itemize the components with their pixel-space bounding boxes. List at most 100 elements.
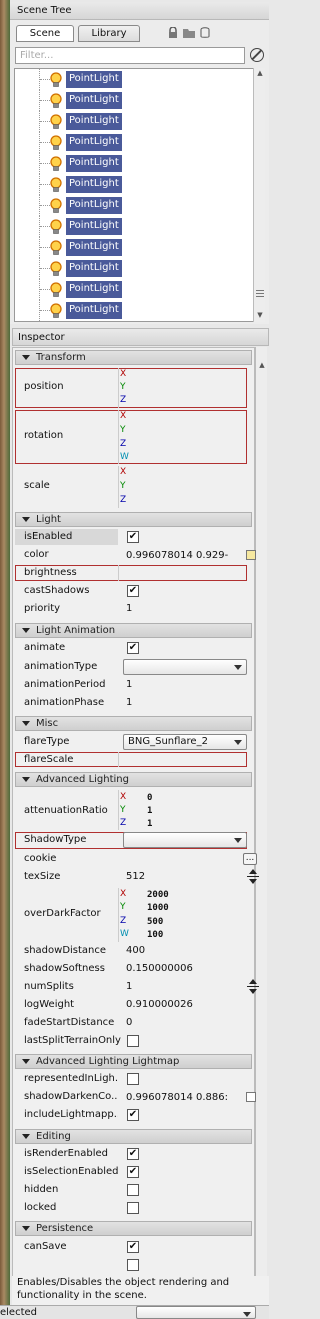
tree-connector: [40, 163, 50, 164]
filter-input[interactable]: Filter...: [15, 47, 245, 64]
isRenderEnabled-row: isRenderEnabled ✔: [15, 1146, 252, 1162]
database-icon[interactable]: [200, 27, 210, 39]
animationType-row: animationType: [15, 658, 252, 676]
scroll-grip: [256, 296, 264, 297]
tree-item[interactable]: PointLight: [15, 216, 253, 237]
locked-row: locked: [15, 1200, 252, 1216]
position-row: position X Y Z: [15, 368, 252, 408]
tree-item-label: PointLight: [66, 92, 122, 109]
priority-value[interactable]: 1: [126, 603, 132, 614]
shadowSoftness-value[interactable]: 0.150000006: [126, 963, 193, 974]
lastSplitTerrainOnly-checkbox[interactable]: [127, 1035, 139, 1047]
animationPhase-row: animationPhase 1: [15, 695, 252, 711]
locked-checkbox[interactable]: [127, 1202, 139, 1214]
attenuation-y-value[interactable]: 1: [147, 806, 152, 816]
column-separator: [118, 368, 119, 408]
isRenderEnabled-label: isRenderEnabled: [24, 1148, 108, 1159]
tree-item-label: PointLight: [66, 113, 122, 130]
axis-z-label: Z: [120, 495, 127, 505]
scene-tree-list[interactable]: PointLight PointLight PointLight PointLight…: [14, 68, 254, 322]
overDark-y-value[interactable]: 1000: [147, 903, 169, 913]
overDark-w-value[interactable]: 100: [147, 930, 163, 940]
logWeight-value[interactable]: 0.910000026: [126, 999, 193, 1010]
color-swatch[interactable]: [246, 550, 256, 560]
numSplits-value[interactable]: 1: [126, 981, 132, 992]
partial-checkbox[interactable]: [127, 1259, 139, 1271]
section-transform[interactable]: Transform: [15, 350, 252, 365]
castShadows-label: castShadows: [24, 585, 90, 596]
animationPhase-value[interactable]: 1: [126, 697, 132, 708]
attenuation-x-value[interactable]: 0: [147, 793, 152, 803]
section-advanced-lighting[interactable]: Advanced Lighting: [15, 772, 252, 787]
tree-item[interactable]: PointLight: [15, 111, 253, 132]
tree-item[interactable]: PointLight: [15, 258, 253, 279]
tree-item[interactable]: PointLight: [15, 174, 253, 195]
lightbulb-icon: [50, 135, 62, 150]
attenuation-z-value[interactable]: 1: [147, 819, 152, 829]
animate-checkbox[interactable]: ✔: [127, 642, 139, 654]
rotation-label: rotation: [24, 430, 64, 441]
scroll-down-icon[interactable]: ▼: [255, 311, 265, 319]
shadowDarkenColor-value[interactable]: 0.996078014 0.886:: [126, 1092, 236, 1103]
section-lightmap[interactable]: Advanced Lighting Lightmap: [15, 1054, 252, 1069]
color-value[interactable]: 0.996078014 0.929-: [126, 550, 236, 561]
numSplits-label: numSplits: [24, 981, 74, 992]
section-editing[interactable]: Editing: [15, 1129, 252, 1144]
isSelectionEnabled-row: isSelectionEnabled ✔: [15, 1164, 252, 1180]
shadowDarkenColor-row: shadowDarkenCo... 0.996078014 0.886:: [15, 1089, 256, 1105]
tab-library[interactable]: Library: [78, 25, 140, 42]
texSize-label: texSize: [24, 871, 61, 882]
axis-z-label: Z: [120, 916, 127, 926]
tree-item[interactable]: PointLight: [15, 195, 253, 216]
fadeStartDistance-value[interactable]: 0: [126, 1017, 132, 1028]
animationType-dropdown[interactable]: [123, 659, 247, 675]
tree-item[interactable]: PointLight: [15, 90, 253, 111]
clear-filter-icon[interactable]: [250, 48, 264, 62]
isSelectionEnabled-checkbox[interactable]: ✔: [127, 1166, 139, 1178]
scroll-up-icon[interactable]: ▲: [257, 361, 267, 369]
tree-scrollbar[interactable]: ▲ ▼: [253, 68, 265, 322]
section-light[interactable]: Light: [15, 512, 252, 527]
tree-item[interactable]: PointLight: [15, 237, 253, 258]
flareType-dropdown[interactable]: BNG_Sunflare_2: [123, 734, 247, 750]
tree-item[interactable]: PointLight: [15, 300, 253, 321]
animationPeriod-value[interactable]: 1: [126, 679, 132, 690]
status-dropdown[interactable]: [136, 1306, 256, 1319]
cookie-browse-button[interactable]: ...: [243, 853, 257, 865]
shadowDarkenColor-swatch[interactable]: [246, 1092, 256, 1102]
tree-item[interactable]: PointLight: [15, 153, 253, 174]
lightbulb-icon: [50, 198, 62, 213]
texSize-value[interactable]: 512: [126, 871, 145, 882]
section-misc[interactable]: Misc: [15, 716, 252, 731]
representedInLightmap-checkbox[interactable]: [127, 1073, 139, 1085]
texSize-spinner-icon[interactable]: [247, 869, 259, 885]
cookie-label: cookie: [24, 853, 57, 864]
lock-icon[interactable]: [168, 27, 178, 39]
lightbulb-icon: [50, 156, 62, 171]
tree-item[interactable]: PointLight: [15, 132, 253, 153]
ShadowType-dropdown[interactable]: [123, 832, 247, 848]
shadowDistance-value[interactable]: 400: [126, 945, 145, 956]
lightbulb-icon: [50, 219, 62, 234]
section-persistence[interactable]: Persistence: [15, 1221, 252, 1236]
tree-connector: [40, 100, 50, 101]
overDark-z-value[interactable]: 500: [147, 917, 163, 927]
isEnabled-checkbox[interactable]: ✔: [127, 531, 139, 543]
scroll-up-icon[interactable]: ▲: [255, 69, 265, 77]
canSave-checkbox[interactable]: ✔: [127, 1241, 139, 1253]
isRenderEnabled-checkbox[interactable]: ✔: [127, 1148, 139, 1160]
overDark-x-value[interactable]: 2000: [147, 890, 169, 900]
tab-scene[interactable]: Scene: [16, 25, 74, 42]
section-light-animation[interactable]: Light Animation: [15, 623, 252, 638]
lightbulb-icon: [50, 261, 62, 276]
axis-z-label: Z: [120, 395, 127, 405]
numSplits-spinner-icon[interactable]: [247, 979, 259, 995]
representedInLightmap-label: representedInLigh...: [24, 1073, 118, 1084]
tree-item[interactable]: PointLight: [15, 69, 253, 90]
includeLightmapped-checkbox[interactable]: ✔: [127, 1109, 139, 1121]
folder-icon[interactable]: [182, 27, 196, 39]
inspector-scrollbar[interactable]: ▲ ▼: [255, 347, 267, 1287]
hidden-checkbox[interactable]: [127, 1184, 139, 1196]
castShadows-checkbox[interactable]: ✔: [127, 585, 139, 597]
tree-item[interactable]: PointLight: [15, 279, 253, 300]
